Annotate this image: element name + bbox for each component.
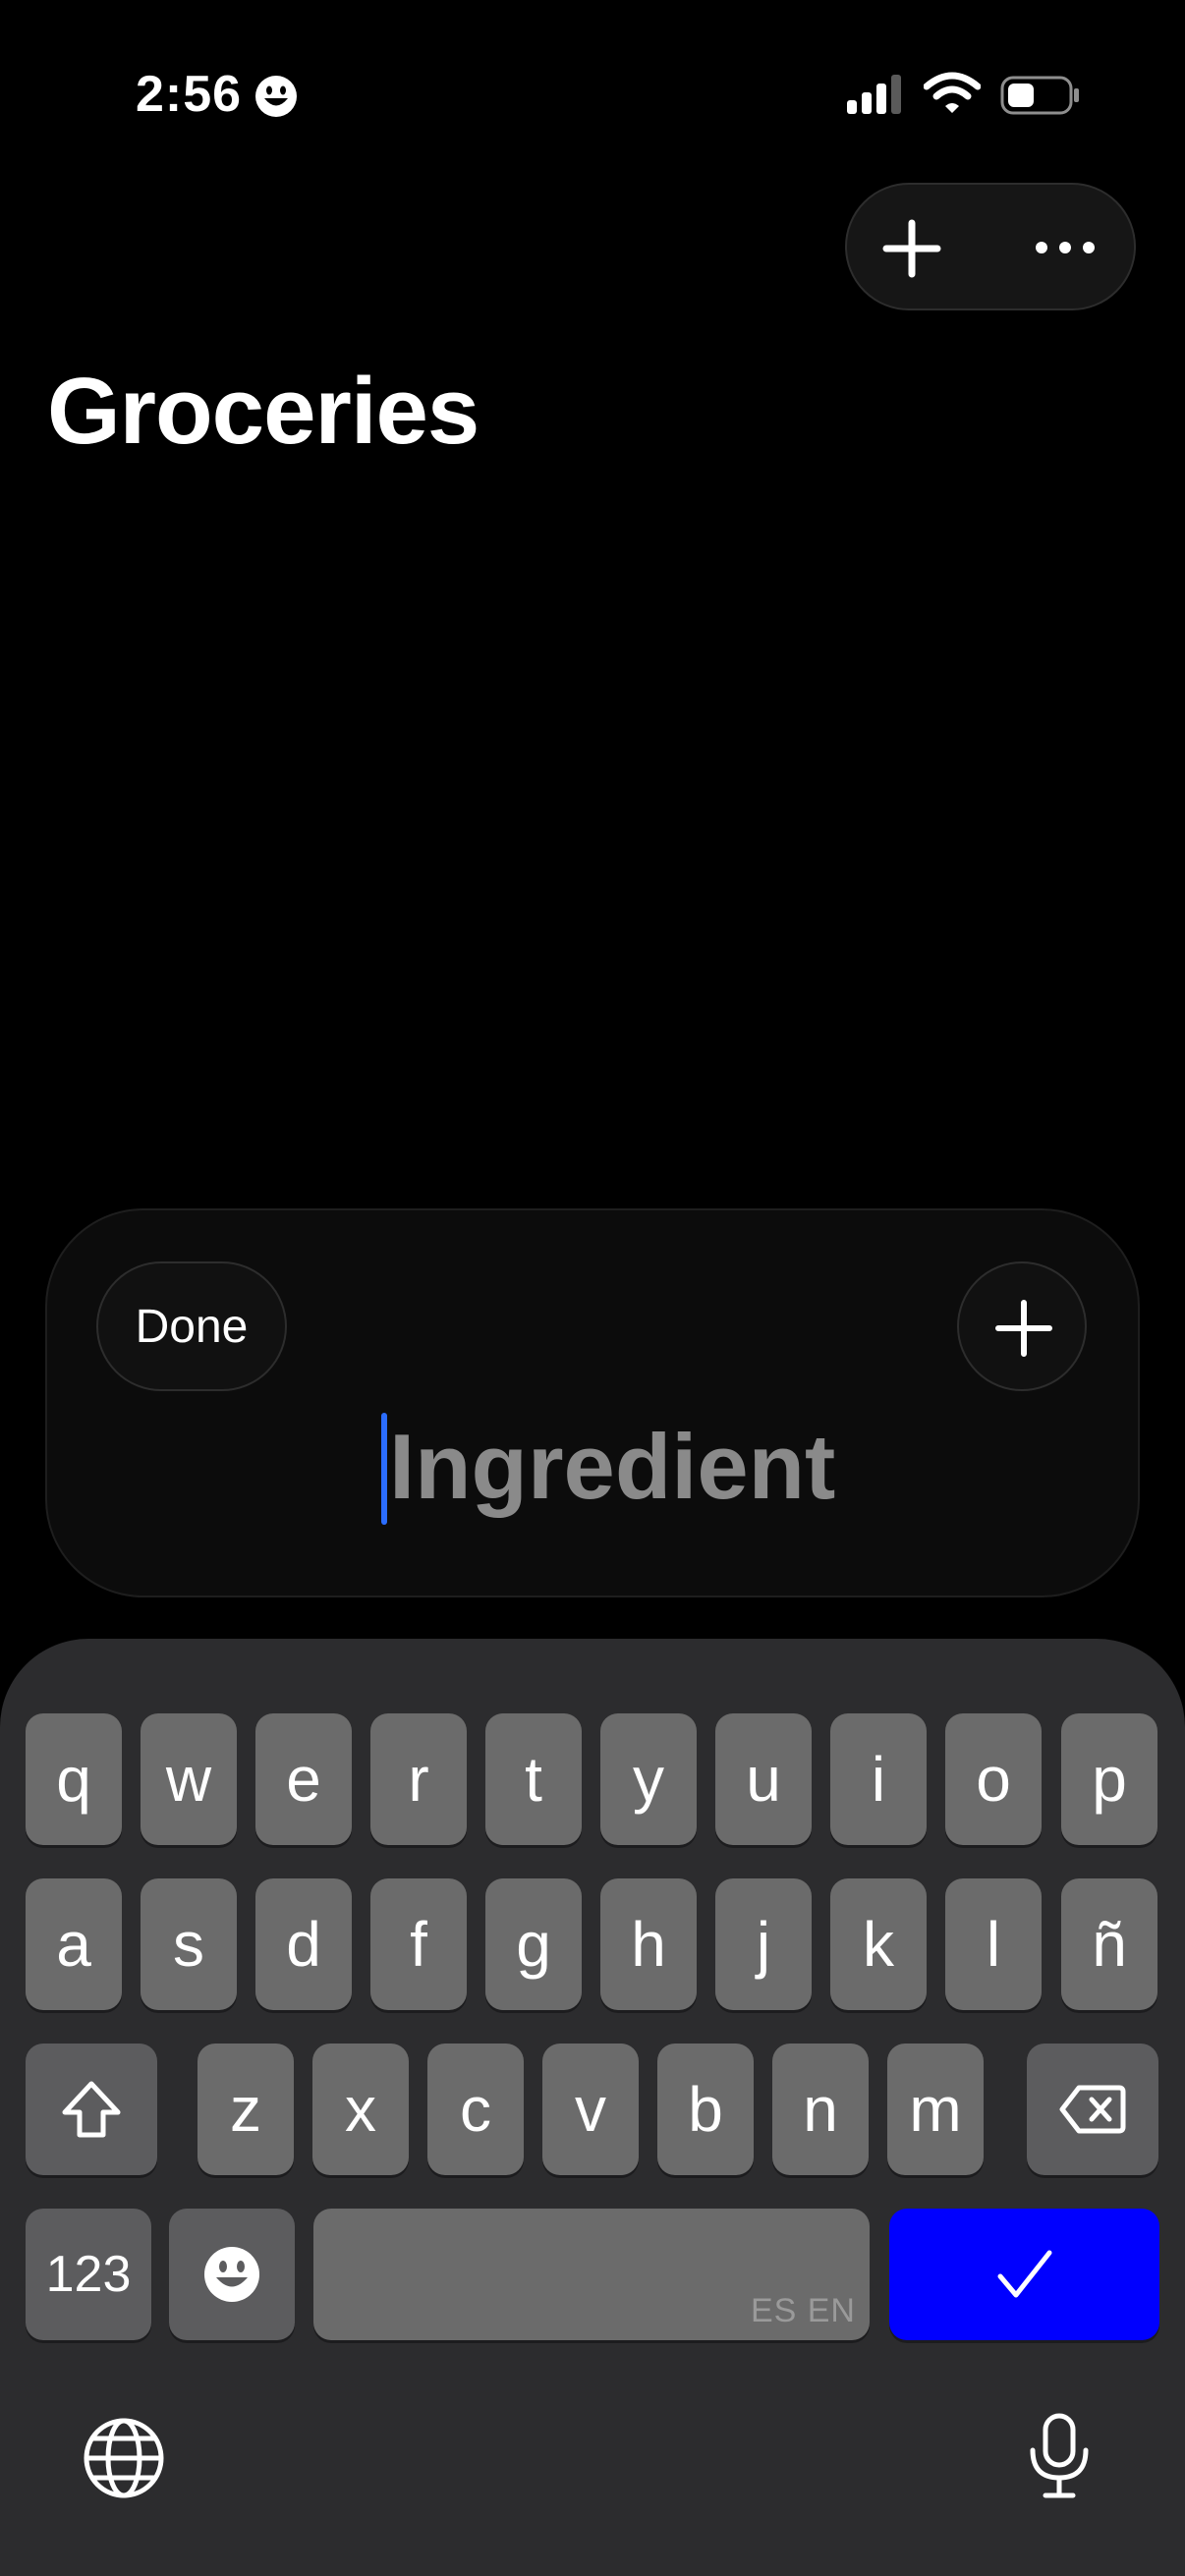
shift-icon: [62, 2081, 121, 2138]
key-q[interactable]: q: [26, 1713, 122, 1845]
key-y[interactable]: y: [600, 1713, 697, 1845]
key-d[interactable]: d: [255, 1878, 352, 2010]
key-r[interactable]: r: [370, 1713, 467, 1845]
key-s[interactable]: s: [141, 1878, 237, 2010]
key-z[interactable]: z: [198, 2044, 294, 2175]
key-a[interactable]: a: [26, 1878, 122, 2010]
plus-icon: [995, 1300, 1052, 1357]
done-button[interactable]: Done: [96, 1261, 287, 1391]
key-h[interactable]: h: [600, 1878, 697, 2010]
key-f[interactable]: f: [370, 1878, 467, 2010]
key-j[interactable]: j: [715, 1878, 812, 2010]
return-key[interactable]: [889, 2209, 1159, 2340]
delete-key[interactable]: [1027, 2044, 1158, 2175]
key-l[interactable]: l: [945, 1878, 1042, 2010]
key-p[interactable]: p: [1061, 1713, 1157, 1845]
key-o[interactable]: o: [945, 1713, 1042, 1845]
key-c[interactable]: c: [427, 2044, 524, 2175]
key-m[interactable]: m: [887, 2044, 984, 2175]
delete-icon: [1059, 2085, 1126, 2134]
ellipsis-icon[interactable]: [1034, 232, 1097, 263]
key-e[interactable]: e: [255, 1713, 352, 1845]
ingredient-input[interactable]: [389, 1403, 841, 1531]
text-cursor: [381, 1413, 387, 1525]
add-ingredient-button[interactable]: [957, 1261, 1087, 1391]
space-language-hint: ES EN: [750, 2292, 856, 2329]
key-u[interactable]: u: [715, 1713, 812, 1845]
microphone-icon[interactable]: [1028, 2413, 1091, 2499]
key-g[interactable]: g: [485, 1878, 582, 2010]
key-n[interactable]: n: [772, 2044, 869, 2175]
key-k[interactable]: k: [830, 1878, 927, 2010]
key-w[interactable]: w: [141, 1713, 237, 1845]
key-t[interactable]: t: [485, 1713, 582, 1845]
page-title: Groceries: [47, 359, 480, 464]
space-bar[interactable]: ES EN: [313, 2209, 870, 2340]
plus-icon[interactable]: [876, 218, 947, 279]
key-b[interactable]: b: [657, 2044, 754, 2175]
smiley-icon: [254, 74, 299, 119]
globe-icon[interactable]: [83, 2417, 165, 2499]
keyboard: q w e r t y u i o p a s d f g h j k l ñ …: [0, 1639, 1185, 2576]
key-i[interactable]: i: [830, 1713, 927, 1845]
emoji-icon: [204, 2247, 259, 2302]
status-time: 2:56: [136, 66, 243, 123]
cellular-signal-icon: [847, 75, 904, 116]
checkmark-icon: [997, 2250, 1051, 2298]
battery-icon: [1000, 75, 1081, 116]
key-n-tilde[interactable]: ñ: [1061, 1878, 1157, 2010]
shift-key[interactable]: [26, 2044, 157, 2175]
wifi-icon: [923, 71, 982, 116]
numbers-key[interactable]: 123: [26, 2209, 151, 2340]
key-x[interactable]: x: [312, 2044, 409, 2175]
emoji-key[interactable]: [169, 2209, 295, 2340]
key-v[interactable]: v: [542, 2044, 639, 2175]
